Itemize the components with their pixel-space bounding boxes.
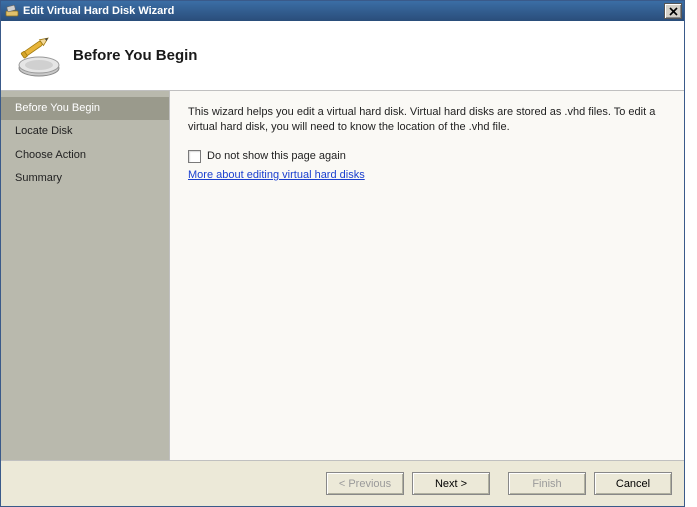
wizard-window: Edit Virtual Hard Disk Wizard Befo <box>0 0 685 507</box>
finish-button: Finish <box>508 472 586 495</box>
wizard-header: Before You Begin <box>1 21 684 91</box>
checkbox-label: Do not show this page again <box>207 150 346 162</box>
wizard-content: This wizard helps you edit a virtual har… <box>169 91 684 460</box>
step-label: Locate Disk <box>15 125 72 137</box>
wizard-steps-sidebar: Before You Begin Locate Disk Choose Acti… <box>1 91 169 460</box>
do-not-show-checkbox[interactable] <box>188 150 201 163</box>
previous-button: < Previous <box>326 472 404 495</box>
step-label: Summary <box>15 172 62 184</box>
do-not-show-row: Do not show this page again <box>188 150 666 163</box>
cancel-button[interactable]: Cancel <box>594 472 672 495</box>
titlebar-title: Edit Virtual Hard Disk Wizard <box>23 5 664 17</box>
step-choose-action[interactable]: Choose Action <box>1 144 169 167</box>
next-button[interactable]: Next > <box>412 472 490 495</box>
wizard-header-icon <box>15 32 63 80</box>
close-icon <box>669 7 678 16</box>
page-title: Before You Begin <box>73 47 197 64</box>
step-label: Choose Action <box>15 149 86 161</box>
titlebar: Edit Virtual Hard Disk Wizard <box>1 1 684 21</box>
step-label: Before You Begin <box>15 102 100 114</box>
description-text: This wizard helps you edit a virtual har… <box>188 105 666 136</box>
app-icon <box>5 4 19 18</box>
wizard-footer: < Previous Next > Finish Cancel <box>1 460 684 506</box>
close-button[interactable] <box>664 3 682 19</box>
wizard-body: Before You Begin Locate Disk Choose Acti… <box>1 91 684 460</box>
more-info-link[interactable]: More about editing virtual hard disks <box>188 169 365 181</box>
step-summary[interactable]: Summary <box>1 167 169 190</box>
step-locate-disk[interactable]: Locate Disk <box>1 120 169 143</box>
step-before-you-begin[interactable]: Before You Begin <box>1 97 169 120</box>
